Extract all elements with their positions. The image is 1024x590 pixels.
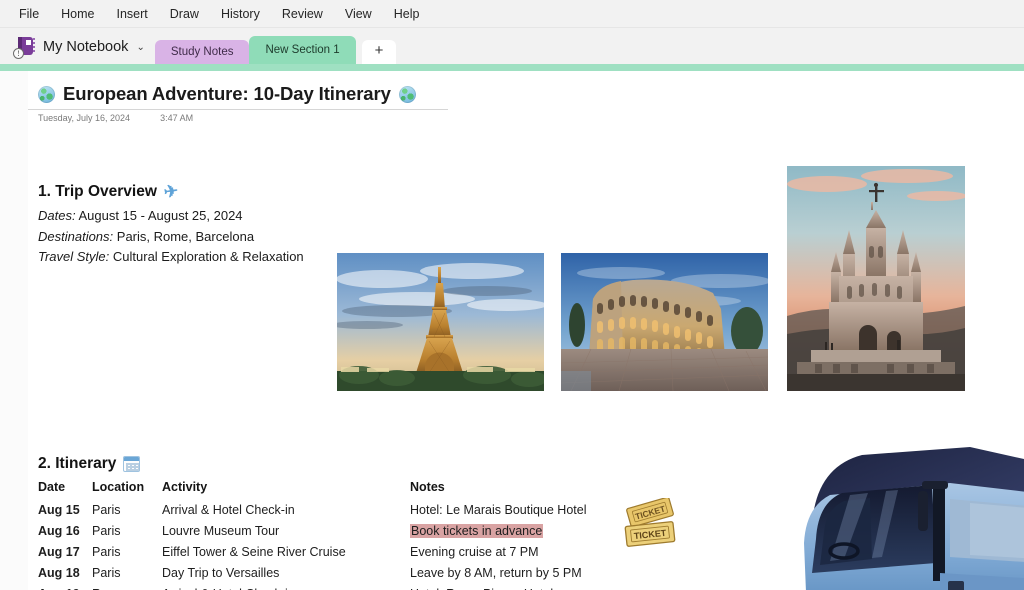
menu-item-insert[interactable]: Insert bbox=[106, 3, 159, 25]
table-row[interactable]: Aug 16 Paris Louvre Museum Tour Book tic… bbox=[38, 521, 638, 542]
cell-notes: Hotel: Roma Piazza Hotel bbox=[410, 584, 638, 590]
menu-item-help[interactable]: Help bbox=[383, 3, 431, 25]
overview-value-destinations: Paris, Rome, Barcelona bbox=[113, 228, 255, 244]
cell-notes: Hotel: Le Marais Boutique Hotel bbox=[410, 503, 587, 517]
cell-activity: Arrival & Hotel Check-in bbox=[162, 503, 295, 517]
menu-bar: File Home Insert Draw History Review Vie… bbox=[0, 0, 1024, 28]
airplane-icon bbox=[164, 184, 182, 200]
section-tab-strip: ! My Notebook ⌄ Study Notes New Section … bbox=[0, 28, 1024, 64]
itinerary-table: Date Location Activity Notes Aug 15 Pari… bbox=[38, 480, 638, 590]
section-2-heading: 2. Itinerary bbox=[38, 455, 638, 473]
cell-notes: Book tickets in advance bbox=[410, 521, 638, 542]
cell-date: Aug 18 bbox=[38, 566, 80, 580]
menu-item-file[interactable]: File bbox=[8, 3, 50, 25]
table-row[interactable]: Aug 15 Paris Arrival & Hotel Check-in Ho… bbox=[38, 500, 638, 521]
tour-bus-sticker[interactable] bbox=[790, 433, 1024, 590]
page-time: 3:47 AM bbox=[160, 113, 194, 123]
overview-row-dates: Dates: August 15 - August 25, 2024 bbox=[38, 206, 338, 227]
menu-item-draw[interactable]: Draw bbox=[159, 3, 210, 25]
section-accent-bar bbox=[0, 64, 1024, 71]
column-header-location: Location bbox=[92, 480, 145, 494]
cell-location: Rome bbox=[92, 584, 162, 590]
page-header: European Adventure: 10-Day Itinerary Tue… bbox=[24, 83, 448, 123]
tab-list: Study Notes New Section 1 + bbox=[154, 36, 397, 64]
menu-item-view[interactable]: View bbox=[334, 3, 383, 25]
overview-row-travel-style: Travel Style: Cultural Exploration & Rel… bbox=[38, 247, 338, 268]
cell-activity: Day Trip to Versailles bbox=[162, 566, 280, 580]
cell-date: Aug 16 bbox=[38, 524, 80, 538]
overview-value-dates: August 15 - August 25, 2024 bbox=[75, 208, 243, 223]
add-section-button[interactable]: + bbox=[361, 40, 397, 64]
section-trip-overview: 1. Trip Overview Dates: August 15 - Augu… bbox=[38, 183, 338, 268]
section-2-heading-text: 2. Itinerary bbox=[38, 455, 117, 472]
globe-icon bbox=[38, 85, 55, 103]
cell-location: Paris bbox=[92, 566, 121, 580]
column-header-notes: Notes bbox=[410, 480, 445, 494]
column-header-date: Date bbox=[38, 480, 66, 494]
cell-date: Aug 19 bbox=[38, 584, 92, 590]
cell-activity: Louvre Museum Tour bbox=[162, 524, 280, 538]
tab-study-notes[interactable]: Study Notes bbox=[154, 40, 250, 64]
cell-activity: Arrival & Hotel Check-in bbox=[162, 584, 410, 590]
tab-new-section-1[interactable]: New Section 1 bbox=[249, 36, 356, 64]
page-canvas: European Adventure: 10-Day Itinerary Tue… bbox=[0, 71, 1024, 590]
overview-label-travel-style: Travel Style: bbox=[38, 249, 110, 264]
overview-row-destinations: Destinations: Paris, Rome, Barcelona bbox=[38, 227, 338, 248]
table-row[interactable]: Aug 17 Paris Eiffel Tower & Seine River … bbox=[38, 542, 638, 563]
title-divider bbox=[24, 109, 448, 110]
overview-label-destinations: Destinations: bbox=[38, 228, 114, 244]
globe-icon bbox=[398, 85, 416, 103]
page-date: Tuesday, July 16, 2024 bbox=[38, 113, 131, 123]
cell-date: Aug 17 bbox=[38, 545, 80, 559]
page-timestamp: Tuesday, July 16, 2024 3:47 AM bbox=[24, 113, 448, 123]
cell-location: Paris bbox=[92, 524, 121, 538]
cell-date: Aug 15 bbox=[38, 503, 80, 517]
chevron-down-icon[interactable]: ⌄ bbox=[136, 42, 144, 53]
section-1-heading: 1. Trip Overview bbox=[38, 183, 338, 201]
section-1-heading-text: 1. Trip Overview bbox=[38, 183, 157, 200]
page-title-text: European Adventure: 10-Day Itinerary bbox=[63, 83, 391, 104]
eiffel-tower-photo[interactable] bbox=[337, 253, 544, 391]
menu-item-history[interactable]: History bbox=[210, 3, 271, 25]
cell-notes: Evening cruise at 7 PM bbox=[410, 545, 539, 559]
tickets-sticker[interactable]: TICKET TICKET bbox=[618, 498, 690, 554]
colosseum-photo[interactable] bbox=[561, 253, 768, 391]
cell-location: Paris bbox=[92, 503, 121, 517]
tibidabo-photo[interactable] bbox=[787, 166, 965, 391]
table-row[interactable]: Aug 18 Paris Day Trip to Versailles Leav… bbox=[38, 563, 638, 584]
cell-location: Paris bbox=[92, 545, 121, 559]
overview-label-dates: Dates: bbox=[38, 208, 76, 223]
page-title[interactable]: European Adventure: 10-Day Itinerary bbox=[24, 83, 448, 105]
notebook-name: My Notebook bbox=[43, 39, 129, 55]
notebook-selector[interactable]: ! My Notebook ⌄ bbox=[0, 36, 155, 64]
table-header-row: Date Location Activity Notes bbox=[38, 480, 638, 500]
cell-activity: Eiffel Tower & Seine River Cruise bbox=[162, 545, 346, 559]
calendar-icon bbox=[123, 456, 141, 472]
table-row[interactable]: Aug 19 Rome Arrival & Hotel Check-in Hot… bbox=[38, 584, 638, 590]
section-itinerary: 2. Itinerary Date Location Activity Note… bbox=[38, 455, 638, 590]
menu-item-home[interactable]: Home bbox=[50, 3, 105, 25]
overview-value-travel-style: Cultural Exploration & Relaxation bbox=[109, 249, 304, 264]
page-left-margin bbox=[14, 71, 28, 590]
highlighted-note: Book tickets in advance bbox=[410, 524, 544, 538]
notebook-icon: ! bbox=[13, 36, 36, 59]
cell-notes: Leave by 8 AM, return by 5 PM bbox=[410, 566, 582, 580]
column-header-activity: Activity bbox=[162, 480, 208, 494]
menu-item-review[interactable]: Review bbox=[271, 3, 334, 25]
notebook-alert-badge: ! bbox=[13, 48, 24, 59]
